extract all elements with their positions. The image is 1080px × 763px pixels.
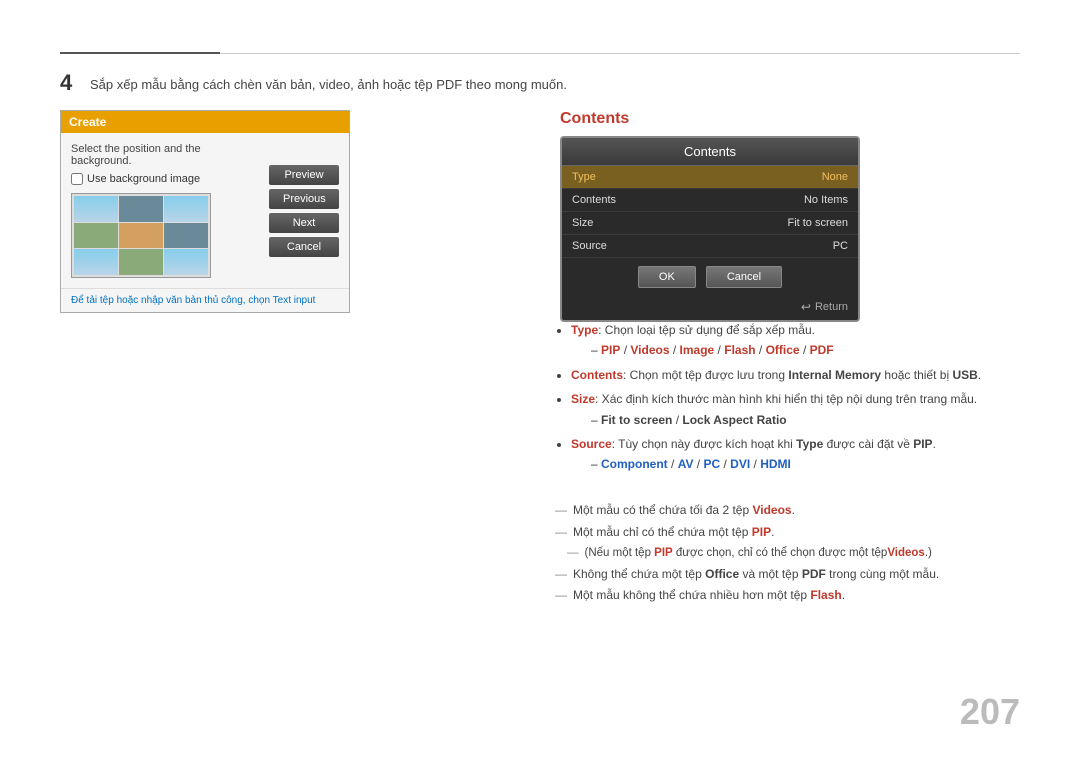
size-row: Size Fit to screen xyxy=(562,212,858,235)
contents-title: Contents xyxy=(560,110,860,128)
type-prefix: Type xyxy=(571,323,598,337)
thumb-4 xyxy=(74,223,118,249)
step-text: Sắp xếp mẫu bằng cách chèn văn bản, vide… xyxy=(90,77,567,92)
source-sub: Component / AV / PC / DVI / HDMI xyxy=(591,454,1005,474)
contents-prefix: Contents xyxy=(571,368,623,382)
thumbnail-grid xyxy=(71,193,211,278)
note-1: Một mẫu có thể chứa tối đa 2 tệp Videos. xyxy=(555,500,1005,522)
size-value: Fit to screen xyxy=(787,217,848,229)
thumb-8 xyxy=(119,249,163,275)
step-number: 4 xyxy=(60,70,72,96)
size-label: Size xyxy=(572,217,593,229)
thumb-3 xyxy=(164,196,208,222)
desc-contents: Contents: Chọn một tệp được lưu trong In… xyxy=(571,365,1005,385)
select-text: Select the position and the background. xyxy=(71,143,261,167)
contents-dialog: Contents Type None Contents No Items Siz… xyxy=(560,136,860,322)
thumb-7 xyxy=(74,249,118,275)
dialog-cancel-button[interactable]: Cancel xyxy=(706,266,782,288)
checkbox-input[interactable] xyxy=(71,173,83,185)
type-sub: PIP / Videos / Image / Flash / Office / … xyxy=(591,340,1005,360)
page-number: 207 xyxy=(960,691,1020,733)
return-label: Return xyxy=(815,301,848,313)
thumb-2 xyxy=(119,196,163,222)
desc-source: Source: Tùy chọn này được kích hoạt khi … xyxy=(571,434,1005,475)
ok-button[interactable]: OK xyxy=(638,266,696,288)
type-row: Type None xyxy=(562,166,858,189)
source-value: PC xyxy=(833,240,848,252)
type-label: Type xyxy=(572,171,596,183)
top-rule-light xyxy=(220,53,1020,54)
preview-button[interactable]: Preview xyxy=(269,165,339,185)
background-checkbox[interactable]: Use background image xyxy=(71,173,261,185)
create-buttons: Preview Previous Next Cancel xyxy=(269,143,339,278)
create-header: Create xyxy=(61,111,349,133)
source-prefix: Source xyxy=(571,437,612,451)
desc-type: Type: Chọn loại tệp sử dụng để sắp xếp m… xyxy=(571,320,1005,361)
create-left: Select the position and the background. … xyxy=(71,143,261,278)
thumb-9 xyxy=(164,249,208,275)
desc-size: Size: Xác định kích thước màn hình khi h… xyxy=(571,389,1005,430)
create-panel: Create Select the position and the backg… xyxy=(60,110,350,313)
create-footer: Để tải tệp hoặc nhập văn bản thủ công, c… xyxy=(61,288,349,312)
note-3: (Nếu một tệp PIP được chọn, chỉ có thể c… xyxy=(567,543,1005,564)
footer-text: Để tải tệp hoặc nhập văn bản thủ công, c… xyxy=(71,295,270,306)
note-4: Không thể chứa một tệp Office và một tệp… xyxy=(555,564,1005,586)
contents-row: Contents No Items xyxy=(562,189,858,212)
contents-dialog-header: Contents xyxy=(562,138,858,166)
footer-link[interactable]: Text input xyxy=(273,295,316,306)
note-5: Một mẫu không thể chứa nhiều hơn một tệp… xyxy=(555,585,1005,607)
next-button[interactable]: Next xyxy=(269,213,339,233)
contents-section: Contents Contents Type None Contents No … xyxy=(560,110,860,322)
type-value: None xyxy=(822,171,848,183)
thumb-1 xyxy=(74,196,118,222)
return-icon: ↩ xyxy=(801,300,811,314)
note-2: Một mẫu chỉ có thể chứa một tệp PIP. xyxy=(555,522,1005,544)
desc-area: Type: Chọn loại tệp sử dụng để sắp xếp m… xyxy=(555,320,1005,479)
size-sub: Fit to screen / Lock Aspect Ratio xyxy=(591,410,1005,430)
create-body: Select the position and the background. … xyxy=(61,133,349,288)
contents-table: Type None Contents No Items Size Fit to … xyxy=(562,166,858,258)
contents-label: Contents xyxy=(572,194,616,206)
top-rule-dark xyxy=(60,52,220,54)
dialog-buttons: OK Cancel xyxy=(562,258,858,296)
thumb-5 xyxy=(119,223,163,249)
dash-notes: Một mẫu có thể chứa tối đa 2 tệp Videos.… xyxy=(555,500,1005,607)
top-rule xyxy=(60,52,1020,54)
source-label: Source xyxy=(572,240,607,252)
checkbox-label: Use background image xyxy=(87,173,200,185)
contents-value: No Items xyxy=(804,194,848,206)
size-prefix: Size xyxy=(571,392,595,406)
cancel-button[interactable]: Cancel xyxy=(269,237,339,257)
thumb-6 xyxy=(164,223,208,249)
source-row: Source PC xyxy=(562,235,858,258)
return-area: ↩ Return xyxy=(562,296,858,320)
previous-button[interactable]: Previous xyxy=(269,189,339,209)
